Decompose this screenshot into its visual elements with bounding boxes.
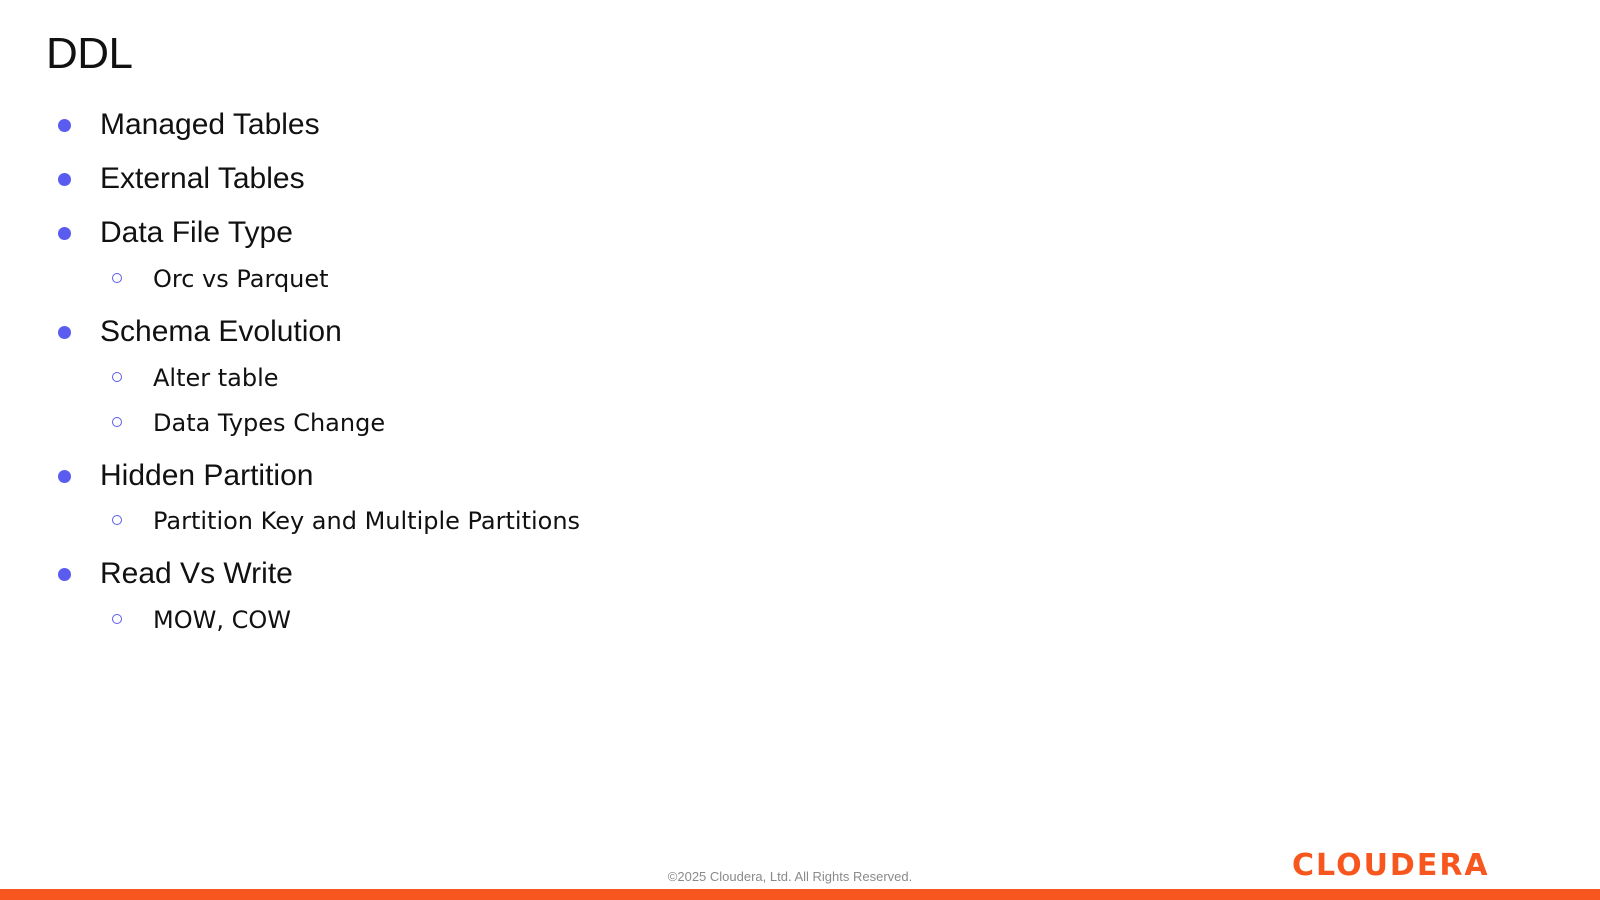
bullet-label: Data File Type: [100, 216, 293, 249]
bullet-dot-icon: [58, 227, 71, 240]
bullet-dot-icon: [58, 173, 71, 186]
sub-bullet-label: MOW, COW: [153, 606, 291, 634]
bullet-label: Hidden Partition: [100, 459, 314, 492]
bullet-ring-icon: [112, 372, 122, 382]
bullet-dot-icon: [58, 470, 71, 483]
sub-bullet-label: Partition Key and Multiple Partitions: [153, 507, 581, 535]
sub-bullet-label: Orc vs Parquet: [153, 265, 329, 293]
sub-bullet-label: Alter table: [153, 364, 279, 392]
bullet-dot-icon: [58, 119, 71, 132]
sub-bullet-label: Data Types Change: [153, 409, 386, 437]
bullet-dot-icon: [58, 568, 71, 581]
cloudera-logo: CLOUDERA: [1292, 848, 1490, 883]
footer-accent-bar: [0, 889, 1600, 900]
bullet-list: Managed Tables External Tables Data File…: [0, 0, 1600, 900]
bullet-ring-icon: [112, 273, 122, 283]
bullet-label: Schema Evolution: [100, 315, 342, 348]
bullet-ring-icon: [112, 417, 122, 427]
bullet-ring-icon: [112, 614, 122, 624]
bullet-dot-icon: [58, 326, 71, 339]
bullet-label: External Tables: [100, 162, 305, 195]
bullet-label: Read Vs Write: [100, 557, 293, 590]
bullet-label: Managed Tables: [100, 108, 320, 141]
bullet-ring-icon: [112, 515, 122, 525]
